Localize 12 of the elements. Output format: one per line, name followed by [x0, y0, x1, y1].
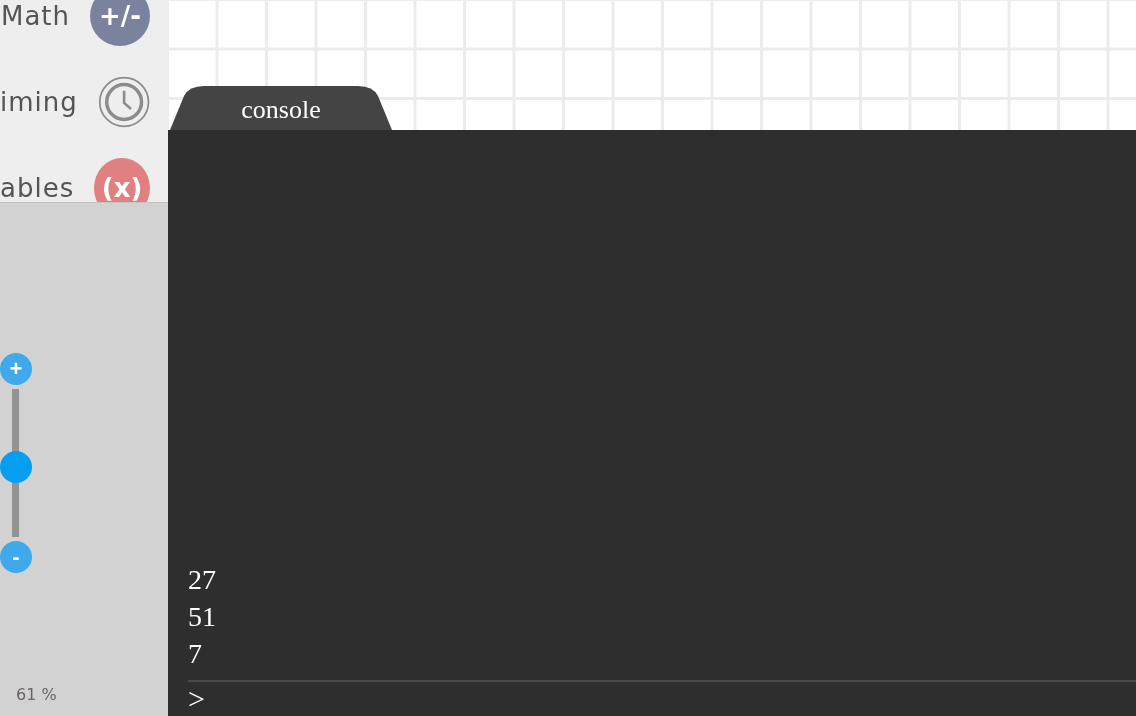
zoom-slider-thumb[interactable] [0, 451, 32, 484]
category-label[interactable]: Math [0, 1, 70, 31]
console-output-line: 7 [188, 637, 202, 671]
zoom-percent: 61 % [16, 685, 58, 704]
console-output-line: 27 [188, 563, 216, 597]
category-label[interactable]: ables [0, 173, 75, 202]
console-input[interactable]: > [188, 680, 1136, 716]
prompt-symbol: > [188, 682, 205, 716]
console-tab[interactable]: console [170, 86, 392, 130]
category-badge[interactable]: +/- [90, 0, 150, 46]
console-output-line: 51 [188, 600, 216, 634]
category-label[interactable]: iming [0, 87, 78, 117]
